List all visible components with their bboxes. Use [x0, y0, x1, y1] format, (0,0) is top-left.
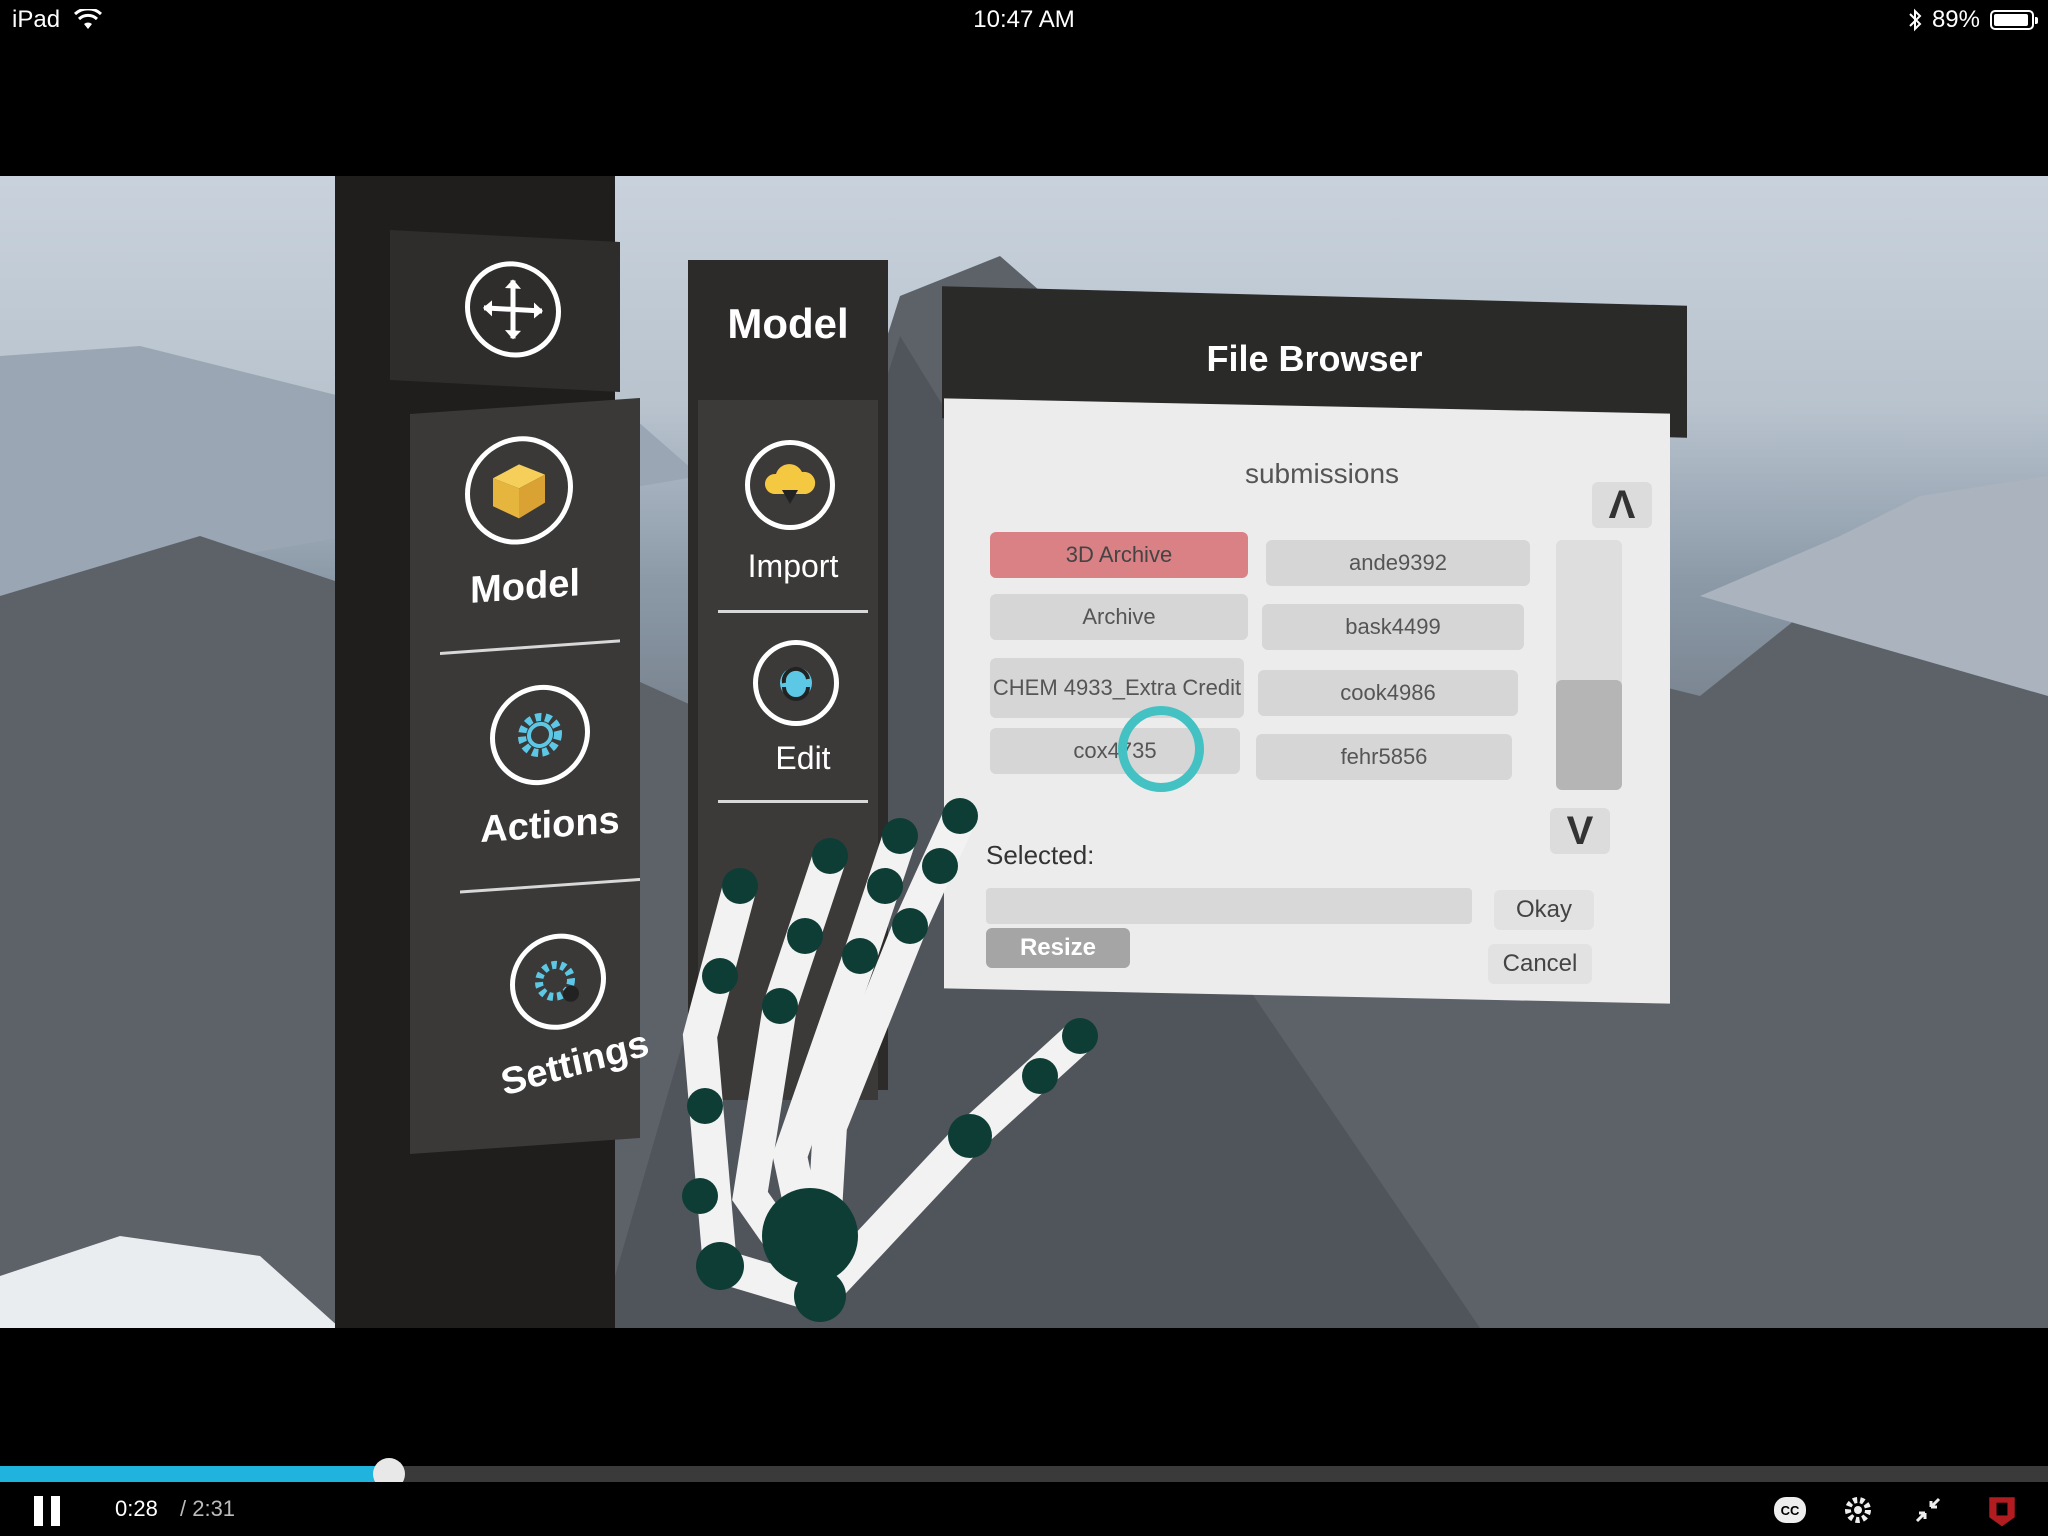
scrollbar[interactable] [1556, 540, 1622, 790]
pause-icon[interactable] [34, 1496, 62, 1526]
menu-divider [718, 610, 868, 613]
svg-text:CC: CC [1781, 1503, 1800, 1518]
file-item[interactable]: ande9392 [1266, 540, 1530, 586]
file-item[interactable]: fehr5856 [1256, 734, 1512, 780]
vr-hand [682, 798, 1098, 1322]
settings-gear-icon[interactable] [510, 930, 606, 1034]
current-time: 0:28 [115, 1496, 158, 1521]
model-submenu-title: Model [727, 300, 849, 347]
model-item-import[interactable]: Import [698, 548, 888, 585]
scrollbar-thumb[interactable] [1556, 680, 1622, 790]
total-time: / 2:31 [180, 1496, 236, 1521]
file-item[interactable]: 3D Archive [990, 532, 1248, 578]
edit-rotate-icon[interactable] [753, 640, 839, 726]
progress-played [0, 1466, 390, 1482]
clock: 10:47 AM [973, 6, 1075, 33]
closed-captions-icon[interactable]: CC [1770, 1490, 1810, 1530]
file-item[interactable]: CHEM 4933_Extra Credit [990, 658, 1244, 718]
scroll-down-button[interactable]: V [1550, 808, 1610, 854]
file-item[interactable]: Archive [990, 594, 1248, 640]
move-arrows-icon[interactable] [465, 258, 561, 360]
cancel-button[interactable]: Cancel [1488, 944, 1592, 984]
menu-divider [440, 639, 620, 655]
main-menu: Model Actions Settings [390, 229, 653, 1155]
ou-logo-icon [1982, 1490, 2022, 1530]
cube-icon[interactable] [465, 432, 573, 549]
file-item[interactable]: bask4499 [1262, 604, 1524, 650]
bluetooth-icon [1909, 8, 1922, 32]
menu-item-model[interactable]: Model [430, 559, 620, 615]
video-frame[interactable]: Model Actions Settings Model Import Edit… [0, 176, 2048, 1328]
status-bar: iPad 10:47 AM 89% [0, 0, 2048, 40]
model-item-edit[interactable]: Edit [708, 740, 898, 777]
main-menu-body: Model Actions Settings [410, 397, 653, 1155]
cloud-download-icon[interactable] [745, 440, 835, 530]
file-browser-title: File Browser [1206, 338, 1423, 379]
move-handle[interactable] [390, 229, 620, 393]
gear-icon[interactable] [1838, 1490, 1878, 1530]
okay-button[interactable]: Okay [1494, 890, 1594, 930]
gear-icon[interactable] [490, 681, 590, 789]
current-folder: submissions [1244, 458, 1400, 489]
scroll-up-button[interactable]: Λ [1592, 482, 1652, 528]
menu-item-actions[interactable]: Actions [450, 797, 650, 854]
exit-fullscreen-icon[interactable] [1908, 1490, 1948, 1530]
progress-bar[interactable] [0, 1458, 2048, 1490]
player-controls: 0:28 / 2:31 CC [0, 1482, 2048, 1536]
battery-icon [1990, 10, 2038, 30]
menu-divider [460, 877, 640, 894]
battery-percent: 89% [1931, 6, 1980, 33]
file-item[interactable]: cook4986 [1258, 670, 1518, 716]
